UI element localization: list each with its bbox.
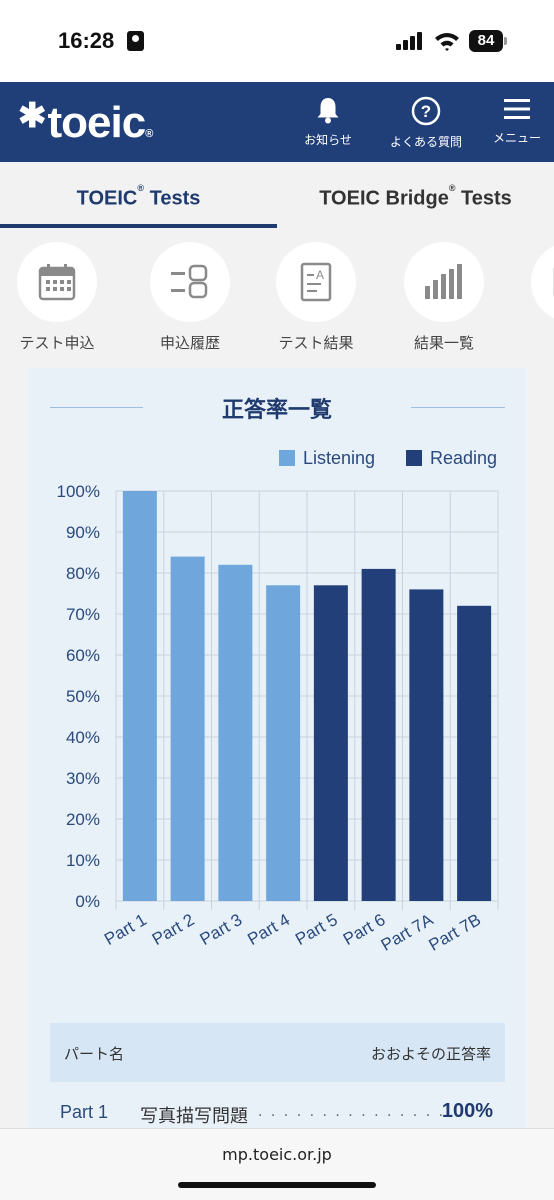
row-part-name: 写真描写問題 [140,1106,248,1127]
wifi-icon [435,33,459,51]
leader-dots: . . . . . . . . . . . . . . . [258,1104,446,1120]
status-time: 16:28 [58,28,115,53]
test-result-icon: A [300,262,332,302]
y-tick-label: 0% [75,892,100,911]
x-tick-label: Part 4 [244,910,293,949]
y-tick-label: 100% [57,482,100,501]
svg-text:A: A [316,268,324,282]
notice-label: お知らせ [304,133,352,147]
accuracy-bar-chart: 0%10%20%30%40%50%60%70%80%90%100%Part 1P… [57,482,499,955]
bar-part-6 [361,568,396,901]
y-tick-label: 60% [66,646,100,665]
faq-label: よくある質問 [389,135,462,149]
bar-part-2 [170,556,205,901]
x-tick-label: Part 7B [426,910,485,955]
bell-icon [317,98,339,124]
table-row: Part 1 写真描写問題 . . . . . . . . . . . . . … [50,1100,505,1128]
y-tick-label: 40% [66,728,100,747]
quick-nav: テスト申込 申込履歴 A テスト結果 結果一覧 [0,228,554,368]
quicknav-test-apply[interactable]: テスト申込 [0,242,117,353]
header-approx-rate: おおよその正答率 [370,1045,491,1063]
quicknav-history[interactable]: 申込履歴 [130,242,250,353]
bar-part-7b [457,605,492,901]
y-tick-label: 30% [66,769,100,788]
x-tick-label: Part 1 [101,910,150,949]
x-tick-label: Part 3 [197,910,246,949]
quicknav-label: 申込履歴 [159,334,220,352]
table-header: パート名 おおよその正答率 [50,1023,505,1082]
battery-level: 84 [469,30,503,52]
y-tick-label: 90% [66,523,100,542]
card-title: 正答率一覧 [221,398,332,423]
menu-button[interactable]: メニュー [484,96,550,146]
header-part-name: パート名 [64,1045,125,1063]
battery-icon: 84 [469,30,507,52]
url-text: mp.toeic.or.jp [222,1145,332,1164]
browser-url-bar[interactable]: mp.toeic.or.jp [0,1128,554,1200]
y-tick-label: 20% [66,810,100,829]
tab-toeic-tests[interactable]: TOEIC® Tests [0,162,277,228]
row-part: Part 1 [60,1102,109,1122]
quicknav-label: テスト申込 [19,334,95,352]
status-bar: 16:28 84 [0,0,554,82]
bar-chart-icon [425,264,462,299]
x-tick-label: Part 5 [292,910,341,949]
quicknav-certificate[interactable]: 認定 [511,242,554,353]
id-card-icon [127,31,144,51]
bar-part-4 [266,585,301,901]
row-value: 100% [441,1100,493,1122]
y-tick-label: 10% [66,851,100,870]
hamburger-menu-icon [504,99,530,119]
legend-reading: Reading [406,448,497,469]
faq-button[interactable]: ? よくある質問 [382,96,470,150]
question-circle-icon: ? [411,96,441,126]
tab-toeic-bridge-tests[interactable]: TOEIC Bridge® Tests [277,162,554,228]
notice-button[interactable]: お知らせ [300,96,356,148]
menu-label: メニュー [492,131,541,145]
quicknav-label: 結果一覧 [413,334,474,352]
bar-part-1 [122,491,157,901]
legend-listening: Listening [279,448,375,469]
toeic-logo[interactable]: ✱toeic® [18,97,153,148]
quicknav-label: テスト結果 [278,334,354,352]
y-tick-label: 80% [66,564,100,583]
y-tick-label: 70% [66,605,100,624]
quicknav-result-list[interactable]: 結果一覧 [384,242,504,353]
svg-text:?: ? [421,102,431,121]
bar-part-5 [313,585,348,901]
home-indicator [178,1182,376,1188]
bar-part-7a [409,589,444,901]
cellular-signal-icon [396,32,424,50]
x-tick-label: Part 7A [378,910,437,955]
y-tick-label: 50% [66,687,100,706]
x-tick-label: Part 2 [149,910,198,949]
quicknav-label: 認定 [511,332,554,353]
quicknav-test-result[interactable]: A テスト結果 [256,242,376,353]
bar-part-3 [218,564,253,901]
test-tabs: TOEIC® Tests TOEIC Bridge® Tests [0,162,554,228]
history-list-icon [171,264,208,299]
calendar-icon [38,264,76,301]
